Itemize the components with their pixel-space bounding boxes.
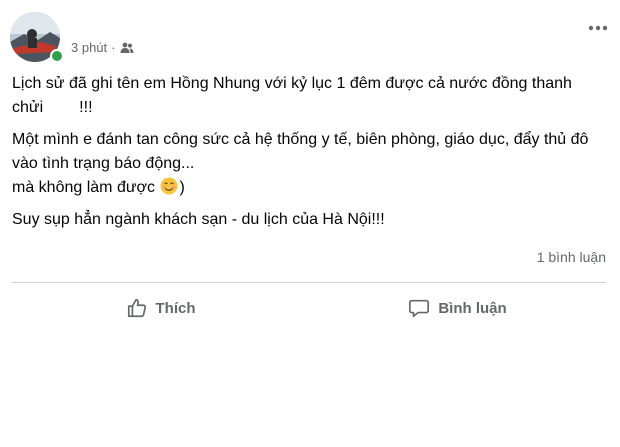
comment-label: Bình luận bbox=[438, 299, 507, 317]
post-line-2: Một mình e đánh tan công sức cả hệ thống… bbox=[12, 131, 589, 172]
post-time[interactable]: 3 phút bbox=[71, 40, 107, 55]
action-divider bbox=[12, 282, 606, 283]
more-options-icon[interactable] bbox=[586, 18, 610, 38]
online-status-dot bbox=[50, 49, 64, 63]
post-line-3-end: ) bbox=[179, 179, 185, 196]
smile-emoji-icon bbox=[160, 177, 178, 195]
comment-button[interactable]: Bình luận bbox=[309, 287, 606, 329]
post-meta: 3 phút · bbox=[71, 40, 134, 55]
post-actions: Thích Bình luận bbox=[12, 287, 606, 329]
post-header: 3 phút · bbox=[10, 12, 610, 63]
meta-separator: · bbox=[111, 40, 116, 55]
post-paragraph-3: mà không làm được ) bbox=[12, 176, 606, 200]
comment-icon bbox=[409, 299, 430, 318]
post-body: Lịch sử đã ghi tên em Hồng Nhung với kỷ … bbox=[12, 72, 606, 240]
post-line-1: Lịch sử đã ghi tên em Hồng Nhung với kỷ … bbox=[12, 75, 572, 116]
post-line-4: Suy sụp hẳn ngành khách sạn - du lịch củ… bbox=[12, 211, 385, 228]
post-paragraph-4: Suy sụp hẳn ngành khách sạn - du lịch củ… bbox=[12, 208, 606, 232]
comment-count[interactable]: 1 bình luận bbox=[537, 249, 606, 265]
like-button[interactable]: Thích bbox=[12, 287, 309, 329]
post-paragraph-2: Một mình e đánh tan công sức cả hệ thống… bbox=[12, 128, 606, 176]
post-paragraph-1: Lịch sử đã ghi tên em Hồng Nhung với kỷ … bbox=[12, 72, 606, 120]
post-line-1-end: !!! bbox=[79, 99, 93, 116]
like-label: Thích bbox=[155, 299, 196, 317]
friends-icon[interactable] bbox=[120, 42, 134, 54]
thumbs-up-icon bbox=[127, 298, 146, 318]
post-line-3: mà không làm được bbox=[12, 179, 156, 196]
